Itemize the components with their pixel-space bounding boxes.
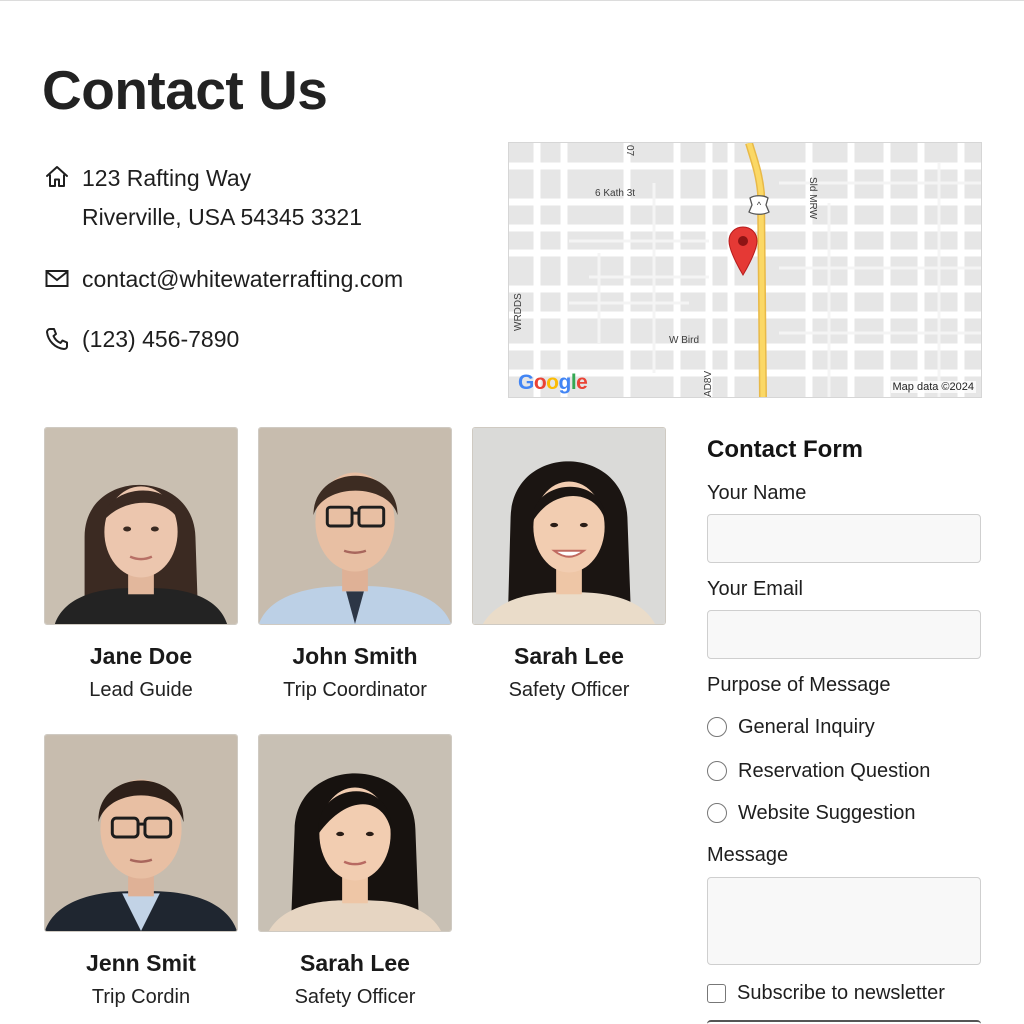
purpose-label: Purpose of Message xyxy=(707,674,891,696)
purpose-option-label: Reservation Question xyxy=(738,759,931,782)
map-street-label: Sld MRW xyxy=(807,177,818,220)
newsletter-checkbox[interactable] xyxy=(707,983,726,1003)
purpose-option-label: Website Suggestion xyxy=(738,801,916,824)
member-role: Safety Officer xyxy=(294,986,416,1008)
avatar xyxy=(472,427,666,625)
radio-button[interactable] xyxy=(707,803,727,823)
name-label: Your Name xyxy=(707,482,807,504)
team-member-card: John Smith Trip Coordinator xyxy=(258,427,452,702)
page-title: Contact Us xyxy=(42,59,328,121)
member-role: Safety Officer xyxy=(508,679,630,701)
avatar xyxy=(258,427,452,625)
submit-button[interactable] xyxy=(707,1020,981,1024)
message-field[interactable] xyxy=(707,877,981,965)
mail-icon xyxy=(44,266,70,292)
avatar xyxy=(44,427,238,625)
location-map[interactable]: 6 Kath 3t W Bird Sld MRW WRDDS AD8V 07 ^… xyxy=(508,142,982,398)
avatar xyxy=(258,734,452,932)
map-street-label: W Bird xyxy=(669,335,699,346)
home-icon xyxy=(44,164,70,190)
radio-button[interactable] xyxy=(707,717,727,737)
message-label: Message xyxy=(707,844,789,866)
highway-shield-icon: ^ xyxy=(747,194,771,216)
newsletter-label: Subscribe to newsletter xyxy=(737,981,945,1004)
map-street-label: WRDDS xyxy=(513,293,524,331)
team-member-card: Sarah Lee Safety Officer xyxy=(258,734,452,1009)
purpose-option-reservation[interactable]: Reservation Question xyxy=(707,758,930,784)
contact-phone[interactable]: (123) 456-7890 xyxy=(82,326,239,353)
member-role: Trip Coordinator xyxy=(283,679,427,701)
address-line-1: 123 Rafting Way xyxy=(82,165,252,191)
map-pin-icon[interactable] xyxy=(727,225,759,277)
team-member-card: Jane Doe Lead Guide xyxy=(44,427,238,702)
member-role: Lead Guide xyxy=(89,679,193,701)
member-role: Trip Cordin xyxy=(91,986,191,1008)
map-street-label: AD8V xyxy=(703,370,714,397)
member-name: John Smith xyxy=(292,643,418,669)
phone-icon xyxy=(44,326,70,352)
name-field[interactable] xyxy=(707,514,981,563)
team-member-card: Sarah Lee Safety Officer xyxy=(472,427,666,702)
purpose-option-label: General Inquiry xyxy=(738,715,875,738)
form-title: Contact Form xyxy=(707,436,863,463)
newsletter-option[interactable]: Subscribe to newsletter xyxy=(707,980,945,1006)
purpose-option-website[interactable]: Website Suggestion xyxy=(707,800,916,826)
map-attribution: Map data ©2024 xyxy=(890,381,976,393)
purpose-option-general[interactable]: General Inquiry xyxy=(707,714,875,740)
map-street-label: 6 Kath 3t xyxy=(595,188,636,199)
member-name: Sarah Lee xyxy=(514,643,624,669)
google-logo: Google xyxy=(518,371,588,394)
member-name: Jane Doe xyxy=(89,643,193,669)
avatar xyxy=(44,734,238,932)
email-field[interactable] xyxy=(707,610,981,659)
radio-button[interactable] xyxy=(707,761,727,781)
top-divider xyxy=(0,0,1024,1)
address-line-2: Riverville, USA 54345 3321 xyxy=(82,204,362,230)
email-label: Your Email xyxy=(707,578,803,600)
team-member-card: Jenn Smit Trip Cordin xyxy=(44,734,238,1009)
contact-email-link[interactable]: contact@whitewaterrafting.com xyxy=(82,266,403,293)
member-name: Sarah Lee xyxy=(300,950,410,976)
map-street-label: 07 xyxy=(624,145,635,157)
member-name: Jenn Smit xyxy=(86,950,196,976)
